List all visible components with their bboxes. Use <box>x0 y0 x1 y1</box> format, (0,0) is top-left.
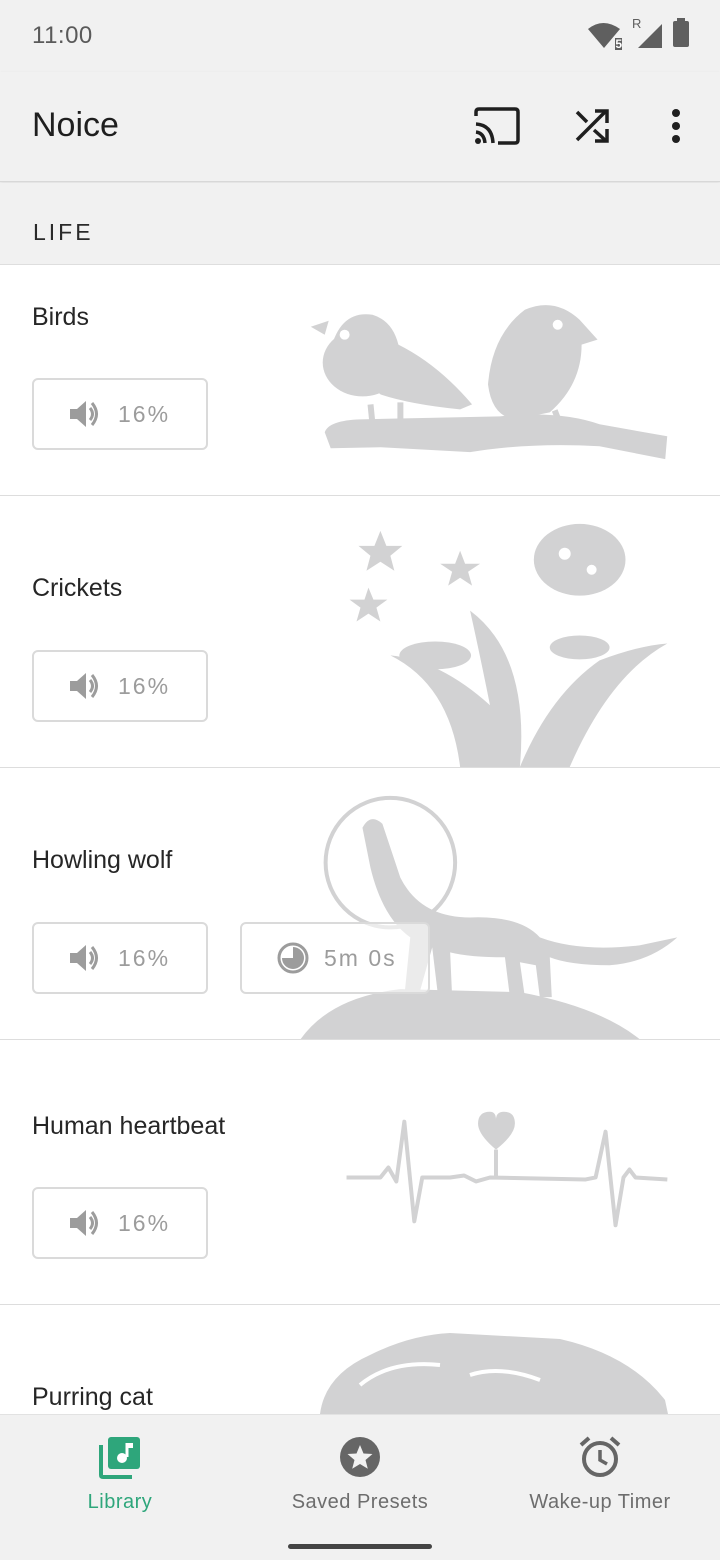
timer-duration: 5m 0s <box>324 944 397 971</box>
roaming-badge: R <box>632 16 642 31</box>
sound-card-crickets[interactable]: Crickets 16% <box>0 496 720 768</box>
volume-button[interactable]: 16% <box>32 1187 208 1259</box>
nav-label: Wake-up Timer <box>529 1491 671 1513</box>
volume-level: 16% <box>118 672 171 699</box>
timer-button[interactable]: 5m 0s <box>240 922 430 994</box>
volume-level: 16% <box>118 944 171 971</box>
star-icon <box>338 1435 382 1479</box>
nav-saved-presets[interactable]: Saved Presets <box>240 1415 480 1535</box>
sound-card-birds[interactable]: Birds 16% <box>0 265 720 496</box>
status-icons: 5 R <box>588 16 690 53</box>
app-bar: Noice <box>0 72 720 182</box>
sound-title: Howling wolf <box>32 846 173 874</box>
more-vert-icon <box>670 108 682 149</box>
sound-card-howling-wolf[interactable]: Howling wolf 16% 5m 0s <box>0 768 720 1040</box>
nav-wake-up-timer[interactable]: Wake-up Timer <box>480 1415 720 1535</box>
home-indicator[interactable] <box>288 1544 432 1549</box>
nav-library[interactable]: Library <box>0 1415 240 1535</box>
volume-icon <box>68 399 102 429</box>
cast-button[interactable] <box>470 102 522 154</box>
volume-level: 16% <box>118 1209 171 1236</box>
volume-icon <box>68 671 102 701</box>
shuffle-icon <box>574 108 610 149</box>
library-music-icon <box>98 1435 142 1479</box>
more-options-button[interactable] <box>650 102 702 154</box>
nav-label: Saved Presets <box>291 1491 429 1513</box>
signal-icon: R <box>632 16 664 50</box>
sound-card-human-heartbeat[interactable]: Human heartbeat 16% <box>0 1040 720 1305</box>
sound-title: Birds <box>32 303 89 331</box>
wifi-badge: 5 <box>615 37 622 51</box>
volume-level: 16% <box>118 400 171 427</box>
app-title: Noice <box>32 106 119 144</box>
heartbeat-illustration <box>346 1111 668 1228</box>
sound-title: Human heartbeat <box>32 1112 226 1140</box>
howling-wolf-illustration <box>300 795 678 1039</box>
volume-button[interactable]: 16% <box>32 650 208 722</box>
timer-icon <box>276 941 310 975</box>
bottom-navigation: Library Saved Presets Wake-up Timer <box>0 1414 720 1560</box>
sound-title: Purring cat <box>32 1383 153 1411</box>
volume-icon <box>68 943 102 973</box>
nav-label: Library <box>87 1491 153 1513</box>
status-bar: 11:00 5 R <box>0 0 720 72</box>
purring-cat-illustration <box>320 1333 668 1414</box>
alarm-icon <box>578 1435 622 1479</box>
battery-icon <box>672 17 690 53</box>
sound-card-purring-cat[interactable]: Purring cat <box>0 1305 720 1414</box>
volume-button[interactable]: 16% <box>32 378 208 450</box>
volume-button[interactable]: 16% <box>32 922 208 994</box>
section-header: LIFE <box>0 183 720 265</box>
shuffle-button[interactable] <box>566 102 618 154</box>
sound-title: Crickets <box>32 574 123 602</box>
crickets-illustration <box>349 523 668 767</box>
cast-icon <box>472 106 520 151</box>
wifi-icon: 5 <box>588 20 624 50</box>
status-time: 11:00 <box>32 22 93 49</box>
volume-icon <box>68 1208 102 1238</box>
section-label: LIFE <box>33 219 94 245</box>
birds-illustration <box>310 305 668 460</box>
